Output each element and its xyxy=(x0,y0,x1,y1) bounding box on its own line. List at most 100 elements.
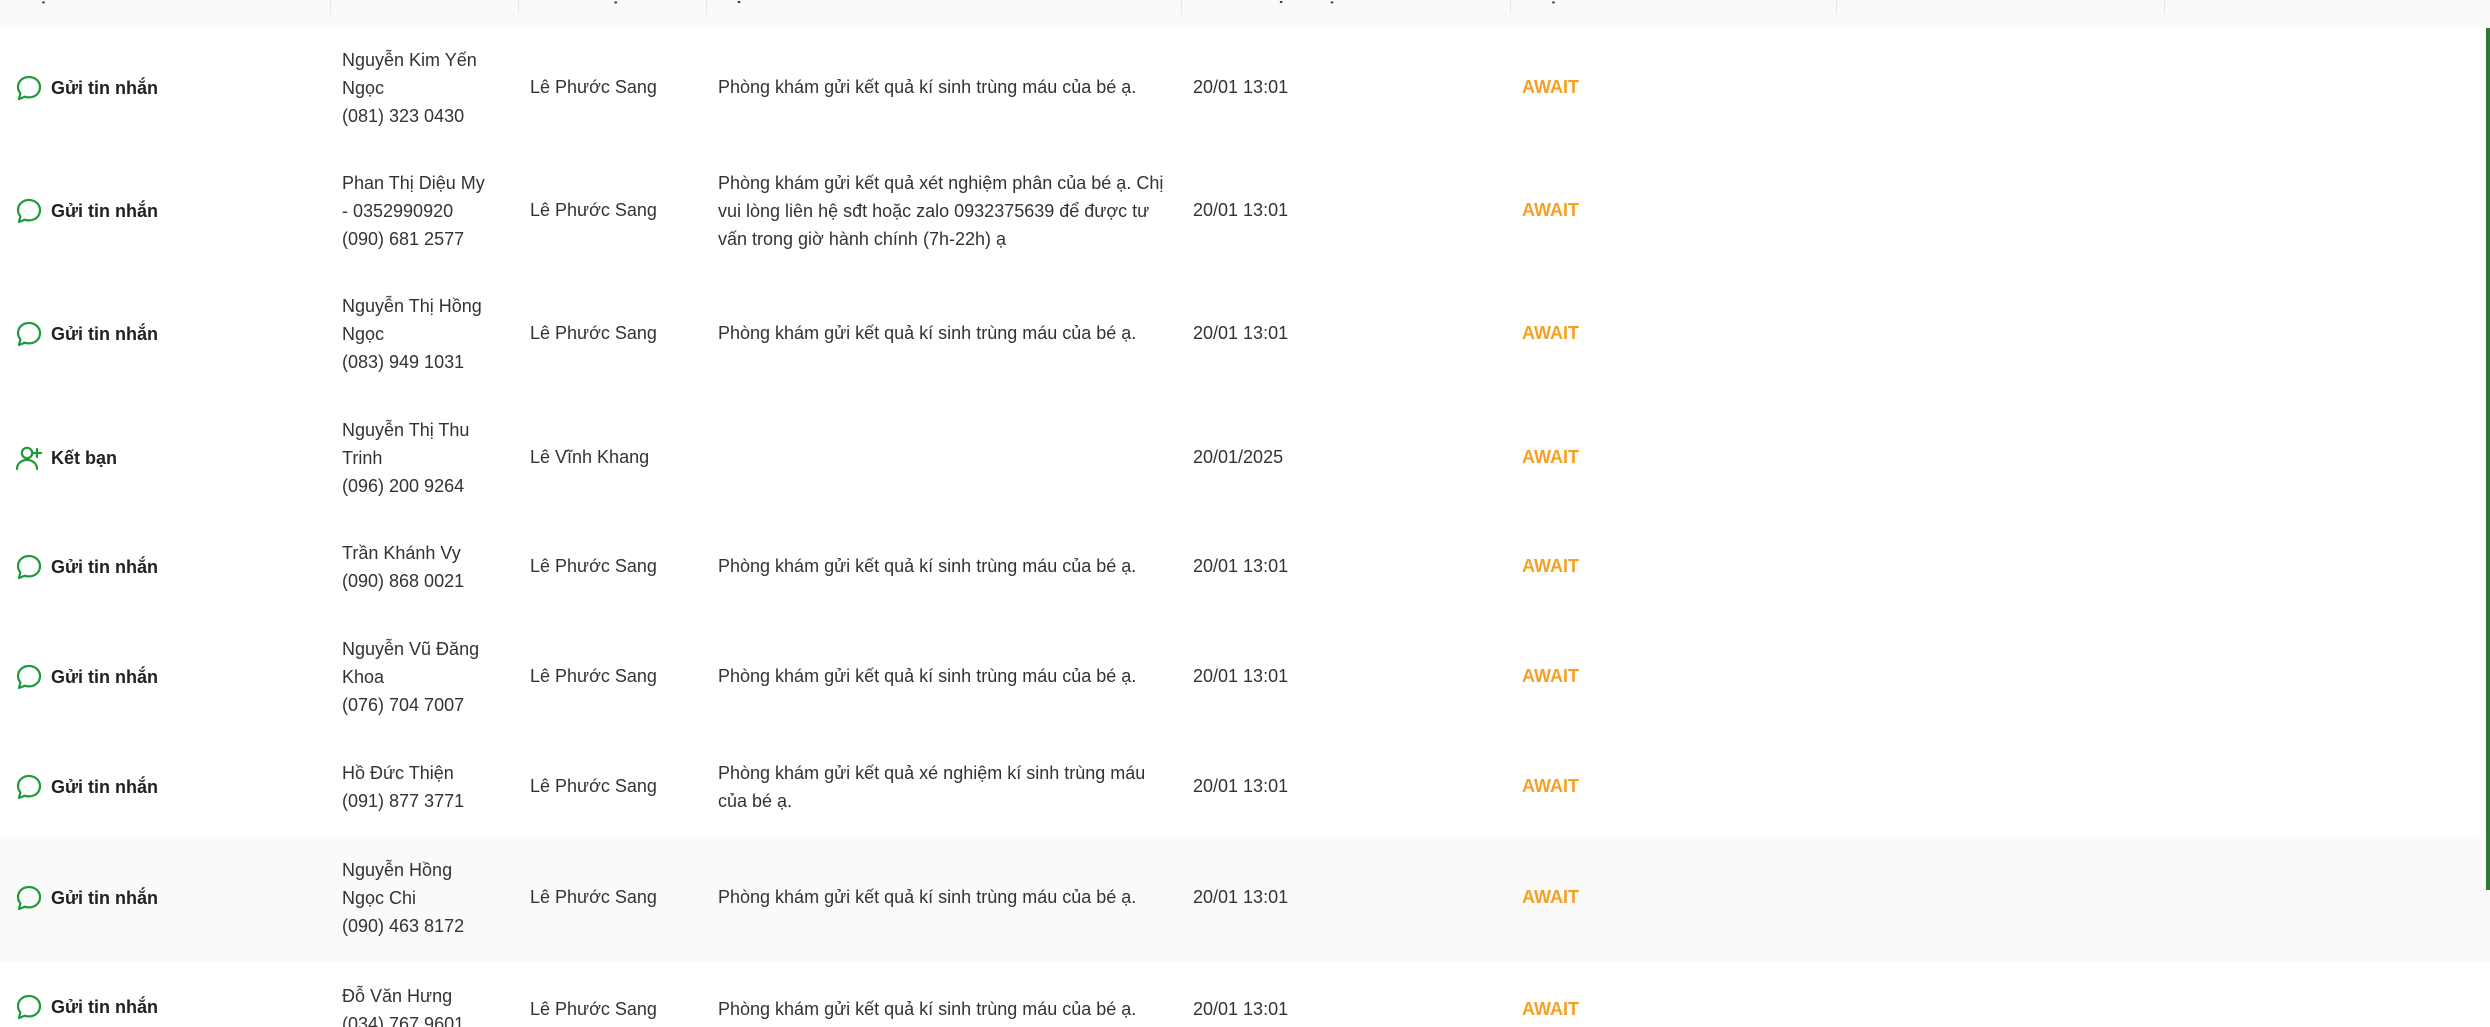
row-type-label: Gửi tin nhắn xyxy=(51,557,159,577)
customer-phone: (090) 463 8172 xyxy=(342,916,465,936)
row-date: 20/01 13:01 xyxy=(1193,666,1289,686)
table-row[interactable]: Gửi tin nhắn Đỗ Văn Hưng (034) 767 9601 … xyxy=(0,962,2490,1027)
customer-name: Trần Khánh Vy xyxy=(342,543,461,563)
row-type[interactable]: Gửi tin nhắn xyxy=(14,992,158,1022)
row-content: Phòng khám gửi kết quả xé nghiệm kí sinh… xyxy=(718,759,1168,815)
row-customer: Nguyễn Kim Yến Ngọc (081) 323 0430 xyxy=(342,46,492,130)
status-badge: AWAIT xyxy=(1522,666,1579,686)
table-row[interactable]: Kết bạn Nguyễn Thị Thu Trinh (096) 200 9… xyxy=(0,399,2490,524)
chat-icon xyxy=(14,992,44,1022)
content-line: Phòng khám gửi kết quả kí sinh trùng máu… xyxy=(718,77,1137,97)
row-date: 20/01 13:01 xyxy=(1193,323,1289,343)
row-creator: Lê Phước Sang xyxy=(530,666,657,686)
row-date: 20/01 13:01 xyxy=(1193,556,1289,576)
row-type[interactable]: Gửi tin nhắn xyxy=(14,73,158,103)
status-badge: AWAIT xyxy=(1522,776,1579,796)
row-date: 20/01 13:01 xyxy=(1193,887,1289,907)
row-creator: Lê Phước Sang xyxy=(530,323,657,343)
row-type[interactable]: Gửi tin nhắn xyxy=(14,883,158,913)
row-type-label: Gửi tin nhắn xyxy=(51,78,159,98)
row-creator: Lê Phước Sang xyxy=(530,200,657,220)
row-type[interactable]: Gửi tin nhắn xyxy=(14,196,158,226)
header-note[interactable]: GHI CHÚ xyxy=(1836,0,1925,14)
row-customer: Nguyễn Hồng Ngọc Chi (090) 463 8172 xyxy=(342,856,492,940)
row-creator: Lê Vĩnh Khang xyxy=(530,447,650,467)
customer-name: Phan Thị Diệu My xyxy=(342,173,485,193)
customer-phone: (091) 877 3771 xyxy=(342,791,465,811)
row-date: 20/01/2025 xyxy=(1193,447,1284,467)
customer-name: Nguyễn Thị Thu xyxy=(342,420,470,440)
customer-name-cont: Ngọc Chi xyxy=(342,888,417,908)
customer-name: Hồ Đức Thiện xyxy=(342,763,454,783)
table-row[interactable]: Gửi tin nhắn Hồ Đức Thiện (091) 877 3771… xyxy=(0,742,2490,840)
row-type-label: Gửi tin nhắn xyxy=(51,201,159,221)
customer-name: Nguyễn Thị Hồng xyxy=(342,296,482,316)
table-row[interactable]: Gửi tin nhắn Nguyễn Vũ Đăng Khoa (076) 7… xyxy=(0,619,2490,743)
content-line: Phòng khám gửi kết quả kí sinh trùng máu… xyxy=(718,999,1137,1019)
status-badge: AWAIT xyxy=(1522,999,1579,1019)
row-type[interactable]: Kết bạn xyxy=(14,443,117,473)
row-type[interactable]: Gửi tin nhắn xyxy=(14,552,158,582)
row-type-label: Gửi tin nhắn xyxy=(51,997,159,1017)
row-type-label: Gửi tin nhắn xyxy=(51,888,159,908)
status-badge: AWAIT xyxy=(1522,200,1579,220)
customer-name-cont: Khoa xyxy=(342,667,385,687)
table-row[interactable]: Gửi tin nhắn Phan Thị Diệu My - 03529909… xyxy=(0,153,2490,277)
chat-icon xyxy=(14,883,44,913)
status-badge: AWAIT xyxy=(1522,887,1579,907)
row-type[interactable]: Gửi tin nhắn xyxy=(14,662,158,692)
row-customer: Đỗ Văn Hưng (034) 767 9601 xyxy=(342,982,492,1027)
chat-icon xyxy=(14,772,44,802)
row-type-label: Gửi tin nhắn xyxy=(51,667,159,687)
content-line: Phòng khám gửi kết quả kí sinh trùng máu… xyxy=(718,887,1137,907)
scrollbar-thumb[interactable] xyxy=(2486,28,2490,890)
row-date: 20/01 13:01 xyxy=(1193,776,1289,796)
row-content: Phòng khám gửi kết quả xét nghiệm phân c… xyxy=(718,169,1168,253)
customer-phone: (076) 704 7007 xyxy=(342,695,465,715)
header-date[interactable]: NGÀY THỰC HIỆN xyxy=(1181,0,1351,14)
table-row[interactable]: Gửi tin nhắn Nguyễn Thị Hồng Ngọc (083) … xyxy=(0,276,2490,400)
content-line: Phòng khám gửi kết quả kí sinh trùng máu… xyxy=(718,323,1137,343)
row-content: Phòng khám gửi kết quả kí sinh trùng máu… xyxy=(718,552,1168,580)
row-customer: Nguyễn Thị Thu Trinh (096) 200 9264 xyxy=(342,416,492,500)
row-content: Phòng khám gửi kết quả kí sinh trùng máu… xyxy=(718,73,1168,101)
row-date: 20/01 13:01 xyxy=(1193,77,1289,97)
row-content: Phòng khám gửi kết quả kí sinh trùng máu… xyxy=(718,662,1168,690)
content-line: Phòng khám gửi kết quả xét nghiệm phân c… xyxy=(718,173,1164,193)
customer-name-cont: Ngọc xyxy=(342,324,385,344)
chat-icon xyxy=(14,662,44,692)
header-content[interactable]: NỘI DUNG xyxy=(706,0,809,14)
header-actions[interactable]: THAO TÁC xyxy=(2164,0,2270,14)
header-type[interactable]: LOẠI xyxy=(0,0,55,14)
header-creator[interactable]: NGƯỜI TẠO xyxy=(518,0,636,14)
content-line: Phòng khám gửi kết quả kí sinh trùng máu… xyxy=(718,666,1137,686)
row-type[interactable]: Gửi tin nhắn xyxy=(14,319,158,349)
row-date: 20/01 13:01 xyxy=(1193,999,1289,1019)
customer-phone: (096) 200 9264 xyxy=(342,476,465,496)
table-row[interactable]: Gửi tin nhắn Trần Khánh Vy (090) 868 002… xyxy=(0,523,2490,620)
row-creator: Lê Phước Sang xyxy=(530,556,657,576)
row-type-label: Kết bạn xyxy=(51,448,118,468)
customer-name-cont: - 0352990920 xyxy=(342,201,454,221)
content-line: vấn trong giờ hành chính (7h-22h) ạ xyxy=(718,229,1006,249)
content-line: của bé ạ. xyxy=(718,791,793,811)
status-badge: AWAIT xyxy=(1522,447,1579,467)
status-badge: AWAIT xyxy=(1522,77,1579,97)
row-date: 20/01 13:01 xyxy=(1193,200,1289,220)
chat-icon xyxy=(14,552,44,582)
status-badge: AWAIT xyxy=(1522,556,1579,576)
row-type[interactable]: Gửi tin nhắn xyxy=(14,772,158,802)
header-customer[interactable]: TÊN KHÁCH HÀNG xyxy=(330,0,507,14)
row-customer: Nguyễn Thị Hồng Ngọc (083) 949 1031 xyxy=(342,292,492,376)
row-customer: Nguyễn Vũ Đăng Khoa (076) 704 7007 xyxy=(342,635,492,719)
chat-icon xyxy=(14,196,44,226)
header-status[interactable]: TRẠNG THÁI xyxy=(1510,0,1634,14)
table-row[interactable]: Gửi tin nhắn Nguyễn Kim Yến Ngọc (081) 3… xyxy=(0,28,2490,154)
row-customer: Hồ Đức Thiện (091) 877 3771 xyxy=(342,759,492,815)
table-row[interactable]: Gửi tin nhắn Nguyễn Hồng Ngọc Chi (090) … xyxy=(0,839,2490,963)
row-type-label: Gửi tin nhắn xyxy=(51,777,159,797)
customer-phone: (090) 868 0021 xyxy=(342,571,465,591)
content-line: Phòng khám gửi kết quả xé nghiệm kí sinh… xyxy=(718,763,1146,783)
chat-icon xyxy=(14,319,44,349)
activity-table: LOẠI TÊN KHÁCH HÀNG NGƯỜI TẠO NỘI DUNG N… xyxy=(0,0,2490,1027)
